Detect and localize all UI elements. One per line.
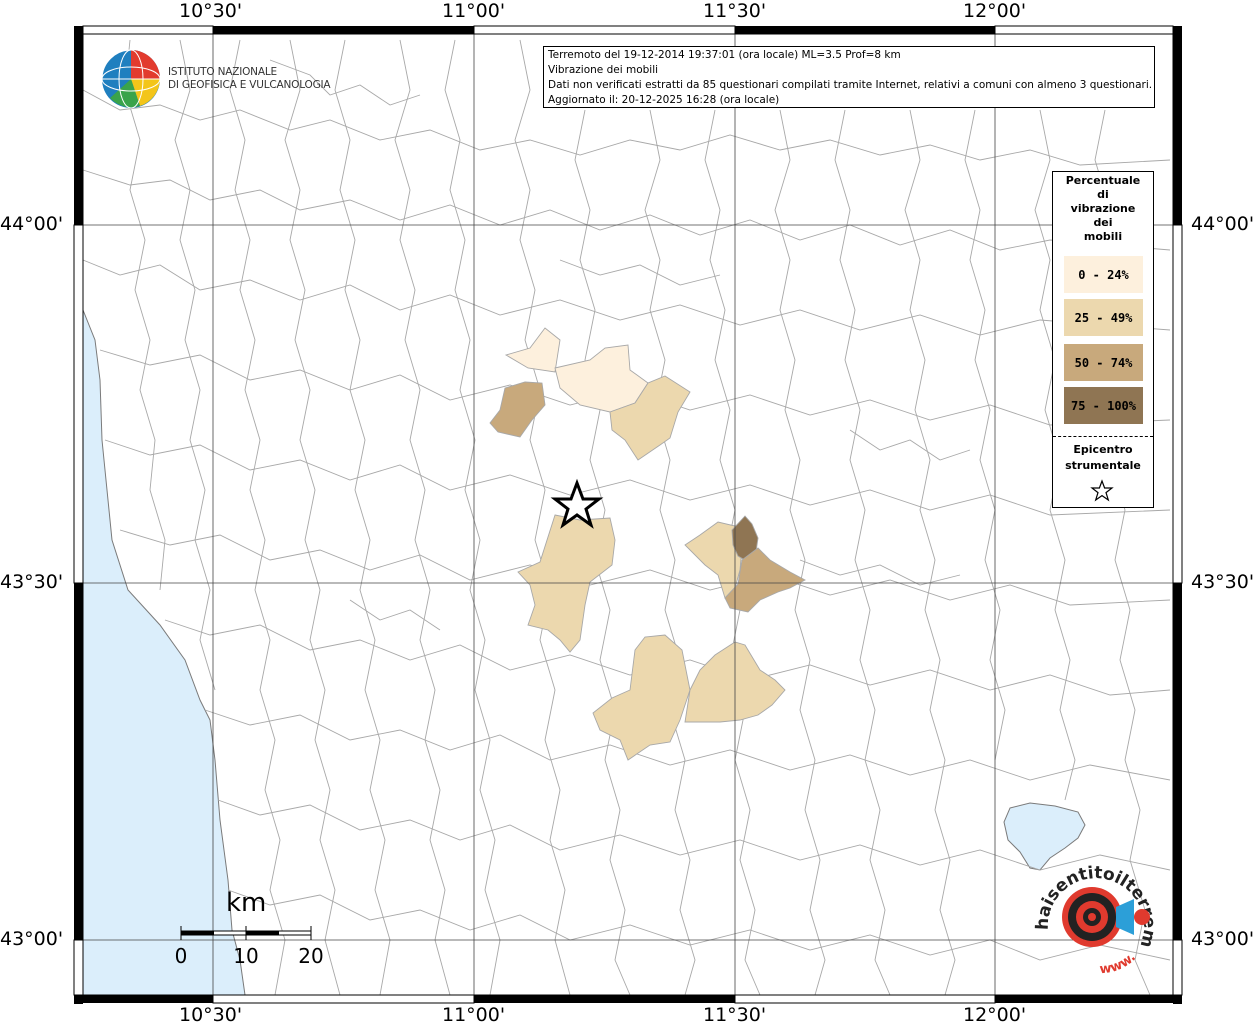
legend-epicenter-label: Epicentro strumentale	[1065, 443, 1141, 472]
y-tick-left: 44°00'	[0, 213, 64, 235]
scale-unit: km	[226, 888, 267, 918]
legend-class-25-49: 25 - 49%	[1064, 299, 1143, 336]
institute-logo: ISTITUTO NAZIONALE DI GEOFISICA E VULCAN…	[100, 48, 331, 110]
data-note: Dati non verificati estratti da 85 quest…	[548, 79, 1153, 91]
scale-tick: 0	[174, 944, 188, 968]
scale-tick: 10	[233, 944, 259, 968]
x-tick-top: 11°00'	[442, 0, 506, 22]
area-0-24	[554, 344, 649, 413]
legend-title: Percentuale di vibrazione dei mobili	[1065, 174, 1141, 243]
area-25-49	[517, 514, 616, 653]
y-tick-left: 43°00'	[0, 928, 64, 950]
area-0-24	[504, 327, 561, 373]
scale-tick: 20	[298, 944, 324, 968]
map-subject: Vibrazione dei mobili	[548, 64, 659, 76]
update-timestamp: Aggiornato il: 20-12-2025 16:28 (ora loc…	[548, 94, 780, 106]
x-tick-bottom: 11°30'	[703, 1004, 767, 1026]
institute-name-line1: ISTITUTO NAZIONALE	[168, 66, 277, 78]
legend-star-icon	[1090, 479, 1114, 502]
earthquake-info-box: Terremoto del 19-12-2014 19:37:01 (ora l…	[543, 46, 1155, 108]
haisentito-logo: haisentitoilterremoto.it www.	[1030, 855, 1159, 977]
sea-area	[82, 309, 246, 996]
institute-name-line2: DI GEOFISICA E VULCANOLOGIA	[168, 79, 331, 91]
vibration-areas	[489, 327, 806, 761]
x-tick-top: 11°30'	[703, 0, 767, 22]
map-frame	[73, 25, 1183, 1004]
globe-logo-icon	[101, 49, 161, 109]
y-tick-left: 43°30'	[0, 571, 64, 593]
x-tick-bottom: 10°30'	[179, 1004, 243, 1026]
x-tick-top: 12°00'	[963, 0, 1027, 22]
legend-class-50-74: 50 - 74%	[1064, 344, 1143, 381]
x-tick-top: 10°30'	[179, 0, 243, 22]
y-tick-right: 44°00'	[1191, 213, 1255, 235]
y-tick-right: 43°00'	[1191, 928, 1255, 950]
y-tick-right: 43°30'	[1191, 571, 1255, 593]
legend: Percentuale di vibrazione dei mobili 0 -…	[1052, 171, 1154, 508]
svg-text:www.: www.	[1099, 950, 1139, 977]
legend-class-75-100: 75 - 100%	[1064, 387, 1143, 424]
earthquake-title: Terremoto del 19-12-2014 19:37:01 (ora l…	[548, 49, 901, 61]
legend-class-0-24: 0 - 24%	[1064, 256, 1143, 293]
area-25-49	[592, 634, 691, 761]
x-tick-bottom: 11°00'	[442, 1004, 506, 1026]
legend-divider	[1053, 436, 1153, 437]
x-tick-bottom: 12°00'	[963, 1004, 1027, 1026]
area-50-74	[489, 381, 546, 438]
municipality-boundaries	[82, 39, 1171, 996]
graticule	[74, 34, 1182, 995]
